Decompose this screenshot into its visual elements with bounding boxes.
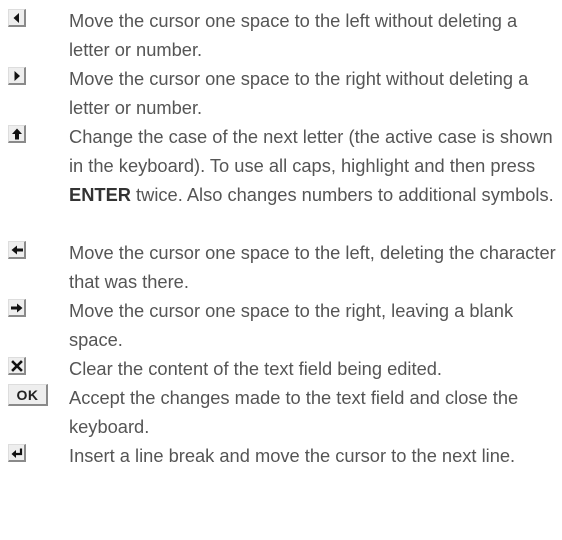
item-description: Insert a line break and move the cursor … (69, 445, 516, 466)
ok-key-label: OK (16, 387, 39, 403)
item-description: Move the cursor one space to the left, d… (69, 242, 556, 292)
backspace-arrow-icon (8, 241, 26, 259)
enter-key-label: ENTER (69, 184, 131, 205)
item-description: Move the cursor one space to the right w… (69, 68, 529, 118)
space-arrow-icon (8, 299, 26, 317)
item-description: Change the case of the next letter (the … (69, 126, 554, 205)
item-description: Accept the changes made to the text fiel… (69, 387, 519, 437)
right-triangle-icon (8, 67, 26, 85)
shift-up-arrow-icon (8, 125, 26, 143)
left-triangle-icon (8, 9, 26, 27)
item-description: Clear the content of the text field bein… (69, 358, 442, 379)
line-break-icon (8, 444, 26, 462)
item-description: Move the cursor one space to the left wi… (69, 10, 518, 60)
item-description: Move the cursor one space to the right, … (69, 300, 514, 350)
clear-x-icon (8, 357, 26, 375)
ok-key-icon: OK (8, 384, 48, 406)
